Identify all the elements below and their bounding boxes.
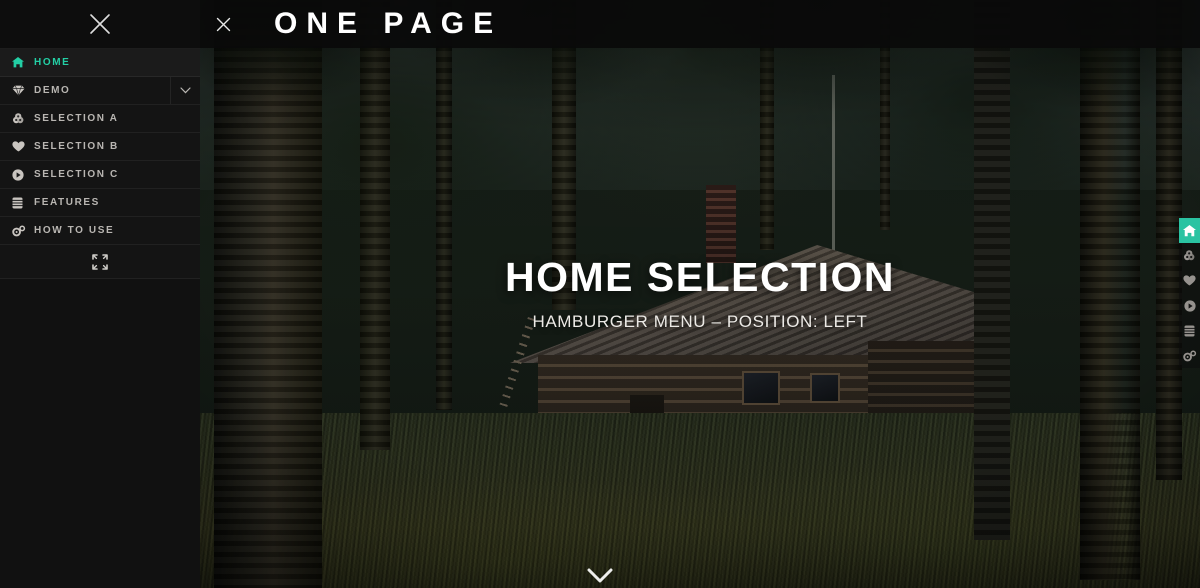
heart-icon	[1183, 275, 1196, 286]
sidebar-item-home[interactable]: HOME	[0, 49, 200, 77]
close-icon[interactable]	[200, 17, 246, 32]
sidebar-item-features[interactable]: FEATURES	[0, 189, 200, 217]
paint-rollers-icon	[1183, 250, 1197, 261]
site-brand-title: ONE PAGE	[274, 7, 503, 40]
forest-cabin-photo	[200, 0, 1200, 588]
play-circle-icon	[12, 168, 28, 181]
cogs-icon	[12, 224, 28, 237]
sidebar-item-selection-c[interactable]: SELECTION C	[0, 161, 200, 189]
chevron-down-icon[interactable]	[587, 568, 613, 584]
sidebar-item-selection-b[interactable]: SELECTION B	[0, 133, 200, 161]
dotnav-item-how-to-use[interactable]	[1179, 343, 1200, 368]
cogs-icon	[1182, 349, 1197, 362]
dotnav-item-home[interactable]	[1179, 218, 1200, 243]
sidebar-nav: HOME DEMO SELECTION A SELECTION B SELECT…	[0, 48, 200, 479]
gem-icon	[12, 85, 28, 96]
home-icon	[12, 57, 28, 68]
sidebar-item-selection-a[interactable]: SELECTION A	[0, 105, 200, 133]
dotnav-item-selection-c[interactable]	[1179, 293, 1200, 318]
dotnav-item-selection-a[interactable]	[1179, 243, 1200, 268]
heart-icon	[12, 141, 28, 152]
dotnav-item-features[interactable]	[1179, 318, 1200, 343]
sidebar-item-label: SELECTION B	[34, 141, 119, 152]
sidebar-item-label: FEATURES	[34, 197, 100, 208]
hamburger-sidebar: HOME DEMO SELECTION A SELECTION B SELECT…	[0, 0, 200, 588]
sidebar-item-label: DEMO	[34, 85, 71, 96]
chevron-down-icon[interactable]	[170, 77, 200, 104]
sidebar-filler	[0, 279, 200, 479]
close-icon[interactable]	[88, 12, 112, 36]
play-circle-icon	[1183, 299, 1196, 312]
sidebar-header	[0, 0, 200, 48]
sidebar-item-how-to-use[interactable]: HOW TO USE	[0, 217, 200, 245]
sidebar-item-demo[interactable]: DEMO	[0, 77, 200, 105]
hero-background-image	[200, 0, 1200, 588]
sidebar-item-label: HOW TO USE	[34, 225, 115, 236]
database-icon	[12, 197, 28, 209]
database-icon	[1184, 325, 1195, 337]
home-icon	[1183, 224, 1196, 237]
page-root: HOME SELECTION HAMBURGER MENU – POSITION…	[0, 0, 1200, 588]
photo-vignette	[200, 0, 1200, 588]
section-dot-nav	[1179, 218, 1200, 368]
sidebar-item-label: HOME	[34, 57, 71, 68]
expand-arrows-icon[interactable]	[0, 245, 200, 279]
dotnav-item-selection-b[interactable]	[1179, 268, 1200, 293]
sidebar-item-label: SELECTION A	[34, 113, 119, 124]
sidebar-item-label: SELECTION C	[34, 169, 119, 180]
paint-rollers-icon	[12, 113, 28, 124]
top-bar: ONE PAGE	[200, 0, 1200, 48]
